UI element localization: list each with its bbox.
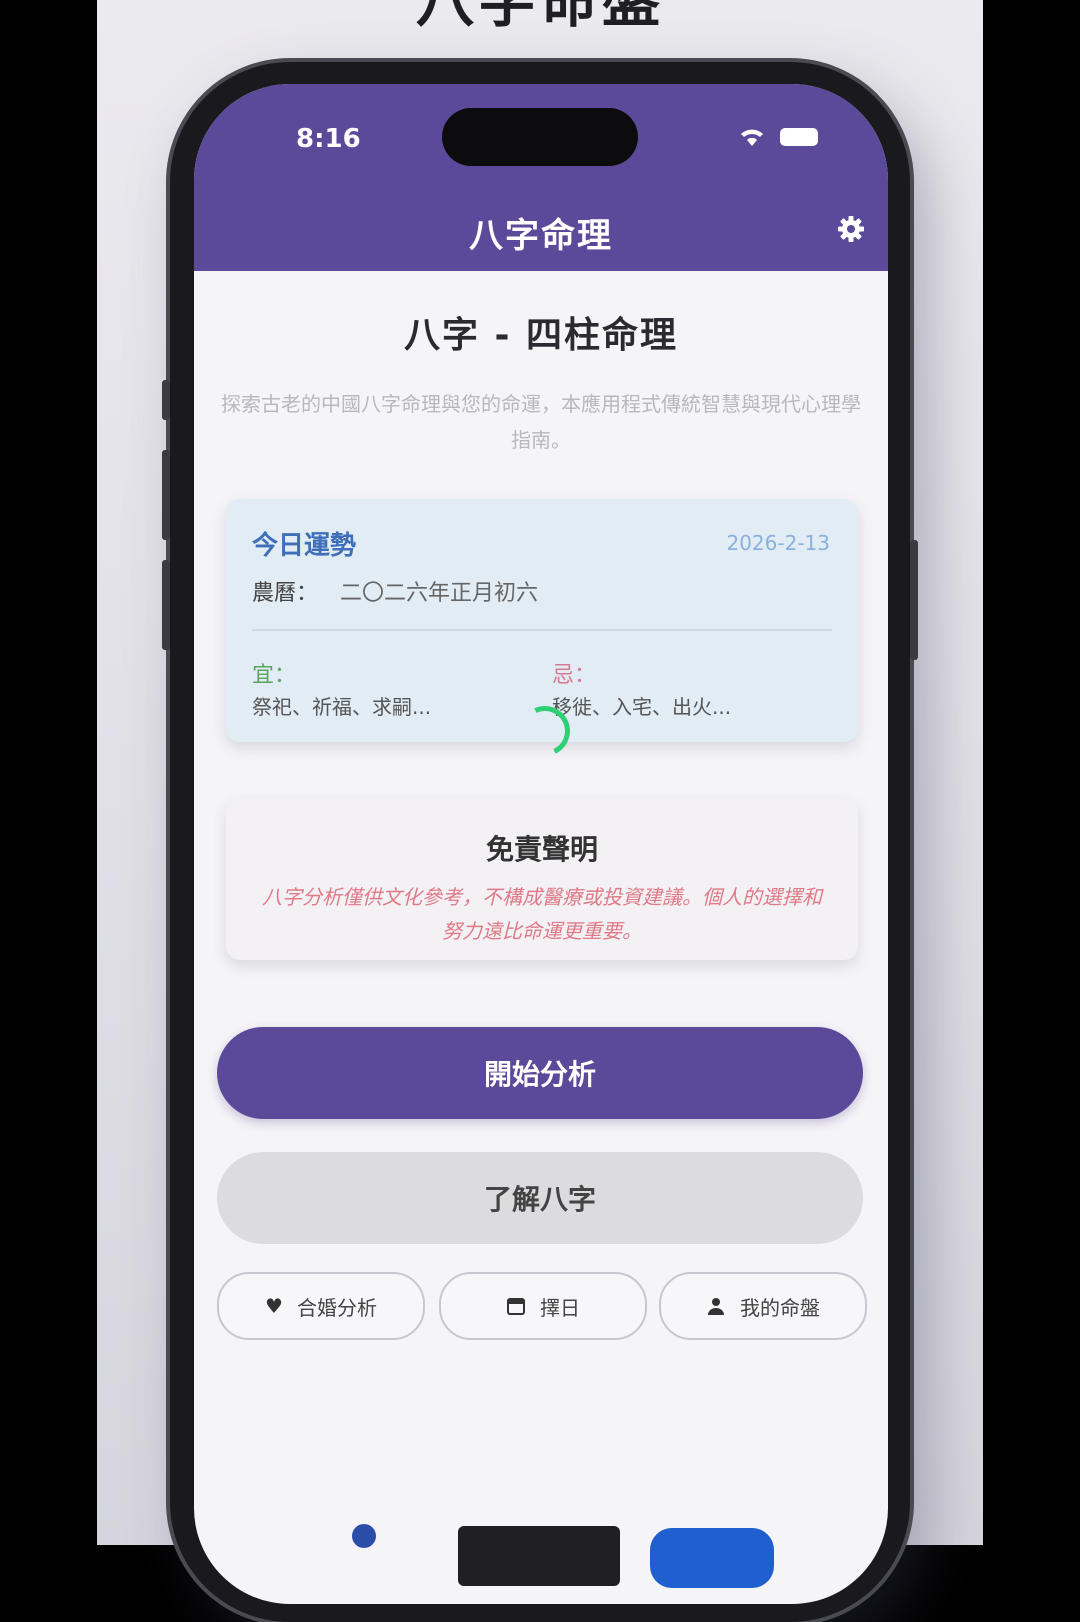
app-title: 八字命理 xyxy=(469,216,613,256)
start-analysis-button[interactable]: 開始分析 xyxy=(217,1027,863,1119)
lunar-value: 二〇二六年正月初六 xyxy=(340,581,539,606)
page-title: 八字 - 四柱命理 xyxy=(403,315,678,356)
app-bar: 8:16 八字命理 xyxy=(194,84,888,271)
phone-side-button xyxy=(162,380,170,420)
fortune-date: 2026-2-13 xyxy=(726,531,830,555)
person-icon xyxy=(708,1298,724,1315)
date-selection-chip[interactable]: 擇日 xyxy=(439,1272,647,1340)
fortune-title: 今日運勢 xyxy=(252,531,357,561)
battery-icon xyxy=(780,128,818,146)
chip-label: 我的命盤 xyxy=(740,1295,820,1320)
wifi-icon xyxy=(741,129,763,146)
marriage-analysis-chip[interactable]: ♥ 合婚分析 xyxy=(217,1272,425,1340)
status-time: 8:16 xyxy=(296,124,361,154)
my-chart-chip[interactable]: 我的命盤 xyxy=(659,1272,867,1340)
learn-bazi-button[interactable]: 了解八字 xyxy=(217,1152,863,1244)
lunar-label: 農曆： xyxy=(252,581,319,606)
chip-label: 擇日 xyxy=(540,1295,580,1320)
dynamic-island xyxy=(442,108,638,166)
phone-screen: 8:16 八字命理 八字 - 四柱命理 探索古老的中國八字命理與您的命運，本應用… xyxy=(194,84,888,1604)
status-icons xyxy=(738,126,818,148)
disclaimer-body: 八字分析僅供文化參考，不構成醫療或投資建議。個人的選擇和努力遠比命運更重要。 xyxy=(262,885,822,943)
disclaimer-card: 免責聲明 八字分析僅供文化參考，不構成醫療或投資建議。個人的選擇和努力遠比命運更… xyxy=(226,798,858,960)
bottom-indicator xyxy=(352,1524,376,1548)
phone-volume-down xyxy=(162,560,170,650)
lunar-date: 農曆： 二〇二六年正月初六 xyxy=(252,575,538,607)
ji-label: 忌： xyxy=(552,663,597,688)
page-header-heading: 八字命盤 xyxy=(415,0,664,35)
phone-power-button xyxy=(910,540,918,660)
page-subtitle: 探索古老的中國八字命理與您的命運，本應用程式傳統智慧與現代心理學指南。 xyxy=(221,392,861,452)
disclaimer-title: 免責聲明 xyxy=(485,833,598,866)
phone-volume-up xyxy=(162,450,170,540)
bottom-dark-block xyxy=(458,1526,620,1586)
heart-icon: ♥ xyxy=(265,1294,283,1318)
ji-value: 移徙、入宅、出火... xyxy=(552,695,732,719)
chip-label: 合婚分析 xyxy=(296,1295,377,1320)
bottom-blue-block xyxy=(650,1528,774,1588)
divider xyxy=(252,629,832,631)
calendar-icon xyxy=(507,1298,525,1315)
gear-icon[interactable] xyxy=(836,214,866,244)
yi-value: 祭祀、祈福、求嗣... xyxy=(252,695,432,719)
yi-label: 宜： xyxy=(252,663,297,688)
